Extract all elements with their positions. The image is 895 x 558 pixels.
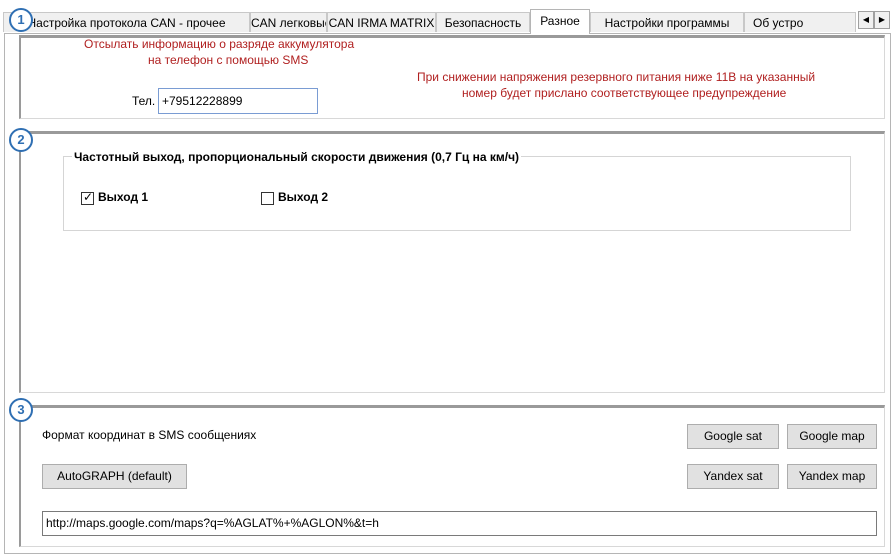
tab-program-settings[interactable]: Настройки программы	[590, 12, 744, 32]
section-badge-1: 1	[9, 8, 33, 32]
check-icon: ✓	[83, 190, 94, 204]
tab-scroll-arrows: ◀ ▶	[858, 11, 890, 29]
output1-label[interactable]: Выход 1	[98, 190, 148, 204]
url-template-input[interactable]: http://maps.google.com/maps?q=%AGLAT%+%A…	[42, 511, 877, 536]
tab-can-irma[interactable]: CAN IRMA MATRIX	[327, 12, 436, 32]
coordinates-format-label: Формат координат в SMS сообщениях	[42, 428, 257, 442]
voltage-warning-line1: При снижении напряжения резервного питан…	[417, 70, 816, 84]
frequency-output-group	[63, 156, 851, 231]
tab-about-device[interactable]: Об устро	[744, 12, 856, 32]
tab-can-other[interactable]: Настройка протокола CAN - прочее	[3, 12, 250, 32]
phone-input[interactable]: +79512228899	[158, 88, 318, 114]
tab-can-cars[interactable]: CAN легковые	[250, 12, 327, 32]
output2-checkbox[interactable]	[261, 192, 274, 205]
tab-misc[interactable]: Разное	[530, 9, 590, 34]
tab-scroll-right-icon[interactable]: ▶	[874, 11, 890, 29]
phone-label: Тел.	[132, 94, 156, 108]
section-badge-2: 2	[9, 128, 33, 152]
sms-info-line1: Отсылать информацию о разряде аккумулято…	[84, 37, 355, 51]
google-sat-button[interactable]: Google sat	[687, 424, 779, 449]
tab-strip: Настройка протокола CAN - прочее CAN лег…	[0, 0, 895, 34]
yandex-sat-button[interactable]: Yandex sat	[687, 464, 779, 489]
google-map-button[interactable]: Google map	[787, 424, 877, 449]
frequency-output-title: Частотный выход, пропорциональный скорос…	[72, 150, 522, 164]
section-badge-3: 3	[9, 398, 33, 422]
output1-checkbox[interactable]: ✓	[81, 190, 94, 205]
yandex-map-button[interactable]: Yandex map	[787, 464, 877, 489]
autograph-default-button[interactable]: AutoGRAPH (default)	[42, 464, 187, 489]
voltage-warning-line2: номер будет прислано соответствующее пре…	[462, 86, 787, 100]
tab-security[interactable]: Безопасность	[436, 12, 530, 32]
sms-info-line2: на телефон с помощью SMS	[148, 53, 309, 67]
tab-scroll-left-icon[interactable]: ◀	[858, 11, 874, 29]
output2-label[interactable]: Выход 2	[278, 190, 328, 204]
